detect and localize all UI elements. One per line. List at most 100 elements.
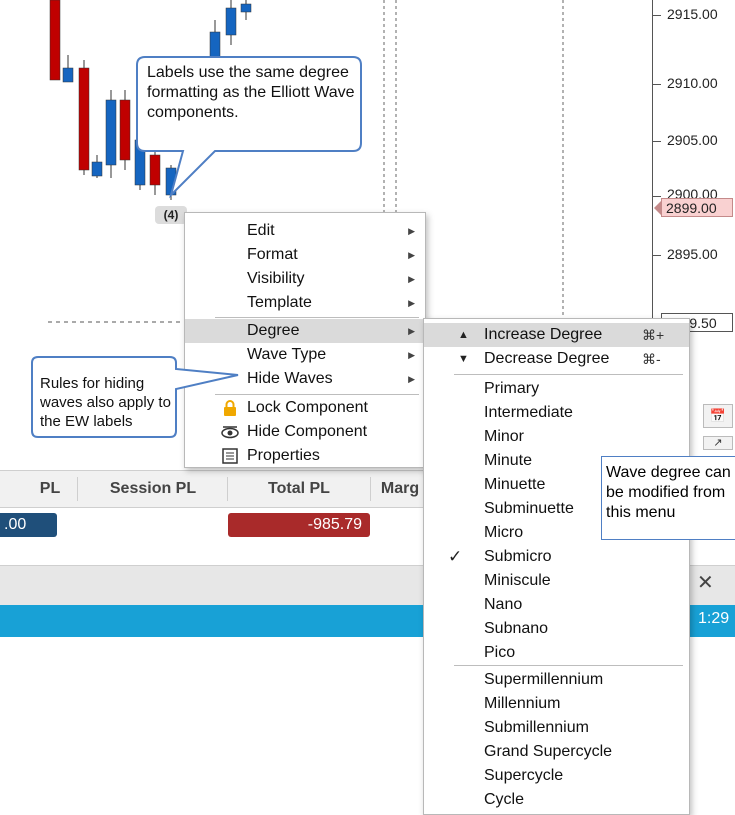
candle-body — [225, 7, 237, 36]
checkmark-icon: ✓ — [448, 547, 463, 566]
menu-item-degree-nano[interactable]: Nano — [424, 593, 689, 617]
menu-item-degree-supercycle[interactable]: Supercycle — [424, 764, 689, 788]
menu-separator — [215, 317, 419, 318]
menu-item-degree-supermillennium[interactable]: Supermillennium — [424, 668, 689, 692]
menu-item-label: Primary — [484, 380, 540, 397]
close-icon[interactable]: ✕ — [697, 570, 714, 595]
menu-item-label: Degree — [247, 322, 300, 339]
menu-item-label: Submillennium — [484, 719, 589, 736]
axis-tick — [653, 141, 661, 142]
submenu-arrow-icon: ▶ — [408, 326, 415, 336]
shortcut-label: ⌘+ — [642, 327, 665, 343]
submenu-arrow-icon: ▶ — [408, 298, 415, 308]
menu-item-label: Grand Supercycle — [484, 743, 613, 760]
menu-item-degree-intermediate[interactable]: Intermediate — [424, 401, 689, 425]
triangle-up-icon: ▲ — [458, 329, 469, 341]
submenu-arrow-icon: ▶ — [408, 350, 415, 360]
menu-item-edit[interactable]: Edit ▶ — [185, 219, 425, 243]
axis-price-label: 2910.00 — [667, 75, 718, 91]
menu-item-label: Hide Component — [247, 423, 368, 440]
menu-item-degree-primary[interactable]: Primary — [424, 377, 689, 401]
menu-item-label: Micro — [484, 524, 524, 541]
callout-labels-text: Labels use the same degree formatting as… — [147, 64, 355, 121]
axis-tick — [653, 15, 661, 16]
menu-item-degree-cycle[interactable]: Cycle — [424, 788, 689, 812]
candle-body — [91, 161, 103, 177]
axis-price-label: 2915.00 — [667, 6, 718, 22]
axis-tick — [653, 84, 661, 85]
menu-item-degree-millennium[interactable]: Millennium — [424, 692, 689, 716]
properties-icon — [222, 448, 238, 464]
menu-item-template[interactable]: Template ▶ — [185, 291, 425, 315]
candle-body — [49, 0, 61, 81]
menu-item-label: Supermillennium — [484, 671, 604, 688]
menu-item-degree[interactable]: Degree ▶ — [185, 319, 425, 343]
candle-body — [78, 67, 90, 171]
total-pl-value-cell: -985.79 — [228, 513, 370, 537]
menu-item-label: Nano — [484, 596, 523, 613]
candle-body — [119, 99, 131, 161]
axis-tick — [653, 255, 661, 256]
menu-item-label: Cycle — [484, 791, 525, 808]
column-header-margin[interactable]: Marg — [370, 471, 430, 507]
menu-item-label: Format — [247, 246, 298, 263]
menu-item-label: Subminuette — [484, 500, 574, 517]
column-header-total-pl[interactable]: Total PL — [228, 471, 370, 507]
last-price-badge: 2899.00 — [654, 198, 733, 217]
menu-item-label: Properties — [247, 447, 320, 464]
menu-item-properties[interactable]: Properties — [185, 444, 425, 468]
axis-price-label: 2895.00 — [667, 246, 718, 262]
menu-item-label: Template — [247, 294, 312, 311]
menu-item-label: Supercycle — [484, 767, 564, 784]
ew-wave-label[interactable]: (4) — [155, 206, 187, 224]
menu-item-label: Visibility — [247, 270, 305, 287]
degree-submenu: ▲ Increase Degree ⌘+ ▼ Decrease Degree ⌘… — [423, 318, 690, 815]
candle-body — [105, 99, 117, 166]
menu-item-label: Lock Component — [247, 399, 368, 416]
submenu-arrow-icon: ▶ — [408, 226, 415, 236]
column-header-session-pl[interactable]: Session PL — [88, 471, 218, 507]
menu-item-degree-submillennium[interactable]: Submillennium — [424, 716, 689, 740]
menu-item-label: Pico — [484, 644, 516, 661]
menu-item-increase-degree[interactable]: ▲ Increase Degree ⌘+ — [424, 323, 689, 347]
status-time: 1:29 — [698, 610, 730, 627]
menu-item-label: Intermediate — [484, 404, 573, 421]
pl-value-cell: .00 — [0, 513, 57, 537]
menu-item-label: Increase Degree — [484, 326, 603, 343]
menu-item-format[interactable]: Format ▶ — [185, 243, 425, 267]
menu-item-label: Edit — [247, 222, 275, 239]
submenu-arrow-icon: ▶ — [408, 250, 415, 260]
menu-item-label: Submicro — [484, 548, 552, 565]
menu-item-label: Subnano — [484, 620, 549, 637]
menu-item-visibility[interactable]: Visibility ▶ — [185, 267, 425, 291]
menu-item-degree-subnano[interactable]: Subnano — [424, 617, 689, 641]
menu-item-label: Minute — [484, 452, 533, 469]
axis-price-label: 2905.00 — [667, 132, 718, 148]
expand-icon[interactable]: ↗ — [703, 436, 733, 450]
submenu-arrow-icon: ▶ — [408, 374, 415, 384]
menu-item-label: Millennium — [484, 695, 561, 712]
menu-item-degree-pico[interactable]: Pico — [424, 641, 689, 665]
menu-item-degree-submicro[interactable]: ✓ Submicro — [424, 545, 689, 569]
callout-rules-text: Rules for hiding waves also apply to the… — [40, 375, 171, 430]
menu-item-label: Hide Waves — [247, 370, 333, 387]
menu-separator — [454, 665, 683, 666]
column-header-pl[interactable]: PL — [30, 471, 70, 507]
menu-item-degree-minor[interactable]: Minor — [424, 425, 689, 449]
axis-tick — [653, 196, 661, 197]
candle-body — [240, 3, 252, 13]
menu-item-label: Minuette — [484, 476, 546, 493]
menu-item-decrease-degree[interactable]: ▼ Decrease Degree ⌘- — [424, 347, 689, 371]
callout-degree: Wave degree can be modified from this me… — [601, 456, 735, 540]
menu-item-degree-grand-supercycle[interactable]: Grand Supercycle — [424, 740, 689, 764]
menu-item-label: Wave Type — [247, 346, 327, 363]
callout-degree-text: Wave degree can be modified from this me… — [606, 464, 731, 521]
column-divider — [77, 477, 78, 501]
submenu-arrow-icon: ▶ — [408, 274, 415, 284]
candle-body — [62, 67, 74, 83]
calendar-icon[interactable]: 📅 — [703, 404, 733, 428]
menu-item-label: Miniscule — [484, 572, 551, 589]
menu-item-label: Decrease Degree — [484, 350, 610, 367]
menu-separator — [454, 374, 683, 375]
menu-item-degree-miniscule[interactable]: Miniscule — [424, 569, 689, 593]
